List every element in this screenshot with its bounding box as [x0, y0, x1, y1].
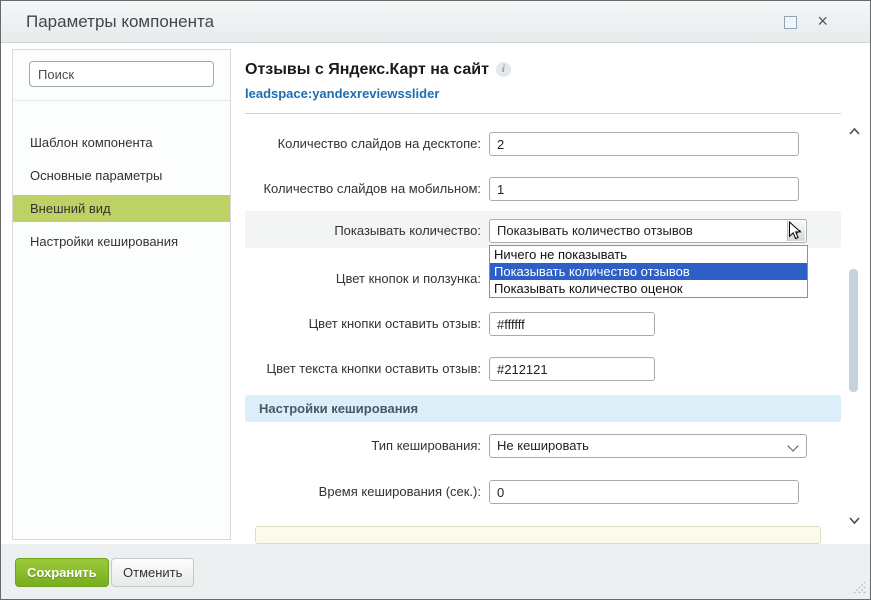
show-count-dropdown-list: Ничего не показывать Показывать количест…: [489, 245, 808, 298]
sidebar-item-template[interactable]: Шаблон компонента: [13, 129, 230, 156]
notice-box-partial: [255, 526, 821, 544]
cancel-button[interactable]: Отменить: [111, 558, 194, 587]
field-label: Цвет кнопки оставить отзыв:: [245, 312, 481, 336]
field-label: Цвет кнопок и ползунка:: [245, 267, 481, 291]
form-row-slides-mobile: Количество слайдов на мобильном:: [245, 177, 841, 201]
slides-desktop-input[interactable]: [489, 132, 799, 156]
component-parameters-dialog: Параметры компонента × Шаблон компонента…: [0, 0, 871, 600]
header-divider: [245, 113, 841, 114]
close-icon[interactable]: ×: [817, 8, 828, 34]
dropdown-option-selected[interactable]: Показывать количество отзывов: [490, 263, 807, 280]
sidebar-item-appearance[interactable]: Внешний вид: [13, 195, 230, 222]
sidebar: Шаблон компонента Основные параметры Вне…: [12, 49, 231, 540]
scroll-up-icon[interactable]: [848, 123, 861, 132]
cache-type-select[interactable]: Не кешировать: [489, 434, 807, 458]
cache-type-selected-value: Не кешировать: [490, 435, 806, 457]
sidebar-menu: Шаблон компонента Основные параметры Вне…: [13, 129, 230, 255]
field-label: Время кеширования (сек.):: [245, 480, 481, 504]
form-row-review-button-text-color: Цвет текста кнопки оставить отзыв:: [245, 357, 841, 381]
show-count-select[interactable]: Показывать количество отзывов: [489, 219, 807, 243]
search-input[interactable]: [29, 61, 214, 87]
dropdown-option[interactable]: Показывать количество оценок: [490, 280, 807, 297]
sidebar-item-main-params[interactable]: Основные параметры: [13, 162, 230, 189]
field-label: Количество слайдов на десктопе:: [245, 132, 481, 156]
show-count-selected-value: Показывать количество отзывов: [490, 220, 806, 242]
form-row-cache-type: Тип кеширования: Не кешировать: [245, 434, 841, 458]
dropdown-arrow-icon[interactable]: [787, 221, 805, 241]
sidebar-divider: [13, 100, 230, 101]
review-button-text-color-input[interactable]: [489, 357, 655, 381]
save-button[interactable]: Сохранить: [15, 558, 109, 587]
sidebar-item-cache-settings[interactable]: Настройки кеширования: [13, 228, 230, 255]
cache-time-input[interactable]: [489, 480, 799, 504]
component-code-link[interactable]: leadspace:yandexreviewsslider: [245, 86, 439, 101]
page-title-text: Отзывы с Яндекс.Карт на сайт: [245, 61, 489, 78]
scroll-down-icon[interactable]: [848, 512, 861, 521]
resize-grip[interactable]: [851, 580, 866, 595]
dialog-titlebar: Параметры компонента ×: [1, 1, 870, 43]
field-label: Цвет текста кнопки оставить отзыв:: [245, 357, 481, 381]
dialog-title: Параметры компонента: [26, 1, 214, 42]
form-row-review-button-color: Цвет кнопки оставить отзыв:: [245, 312, 841, 336]
maximize-icon[interactable]: [784, 16, 797, 29]
dropdown-option[interactable]: Ничего не показывать: [490, 246, 807, 263]
cache-section-header: Настройки кеширования: [245, 395, 841, 422]
field-label: Показывать количество:: [245, 219, 481, 243]
page-title: Отзывы с Яндекс.Карт на сайт i: [245, 61, 511, 79]
review-button-color-input[interactable]: [489, 312, 655, 336]
form-row-cache-time: Время кеширования (сек.):: [245, 480, 841, 504]
form-row-show-count: Показывать количество: Показывать количе…: [245, 219, 841, 243]
info-icon[interactable]: i: [496, 62, 511, 77]
footer-bar: Сохранить Отменить: [1, 544, 870, 599]
scrollbar-thumb[interactable]: [849, 269, 858, 392]
field-label: Количество слайдов на мобильном:: [245, 177, 481, 201]
form-row-slides-desktop: Количество слайдов на десктопе:: [245, 132, 841, 156]
slides-mobile-input[interactable]: [489, 177, 799, 201]
field-label: Тип кеширования:: [245, 434, 481, 458]
